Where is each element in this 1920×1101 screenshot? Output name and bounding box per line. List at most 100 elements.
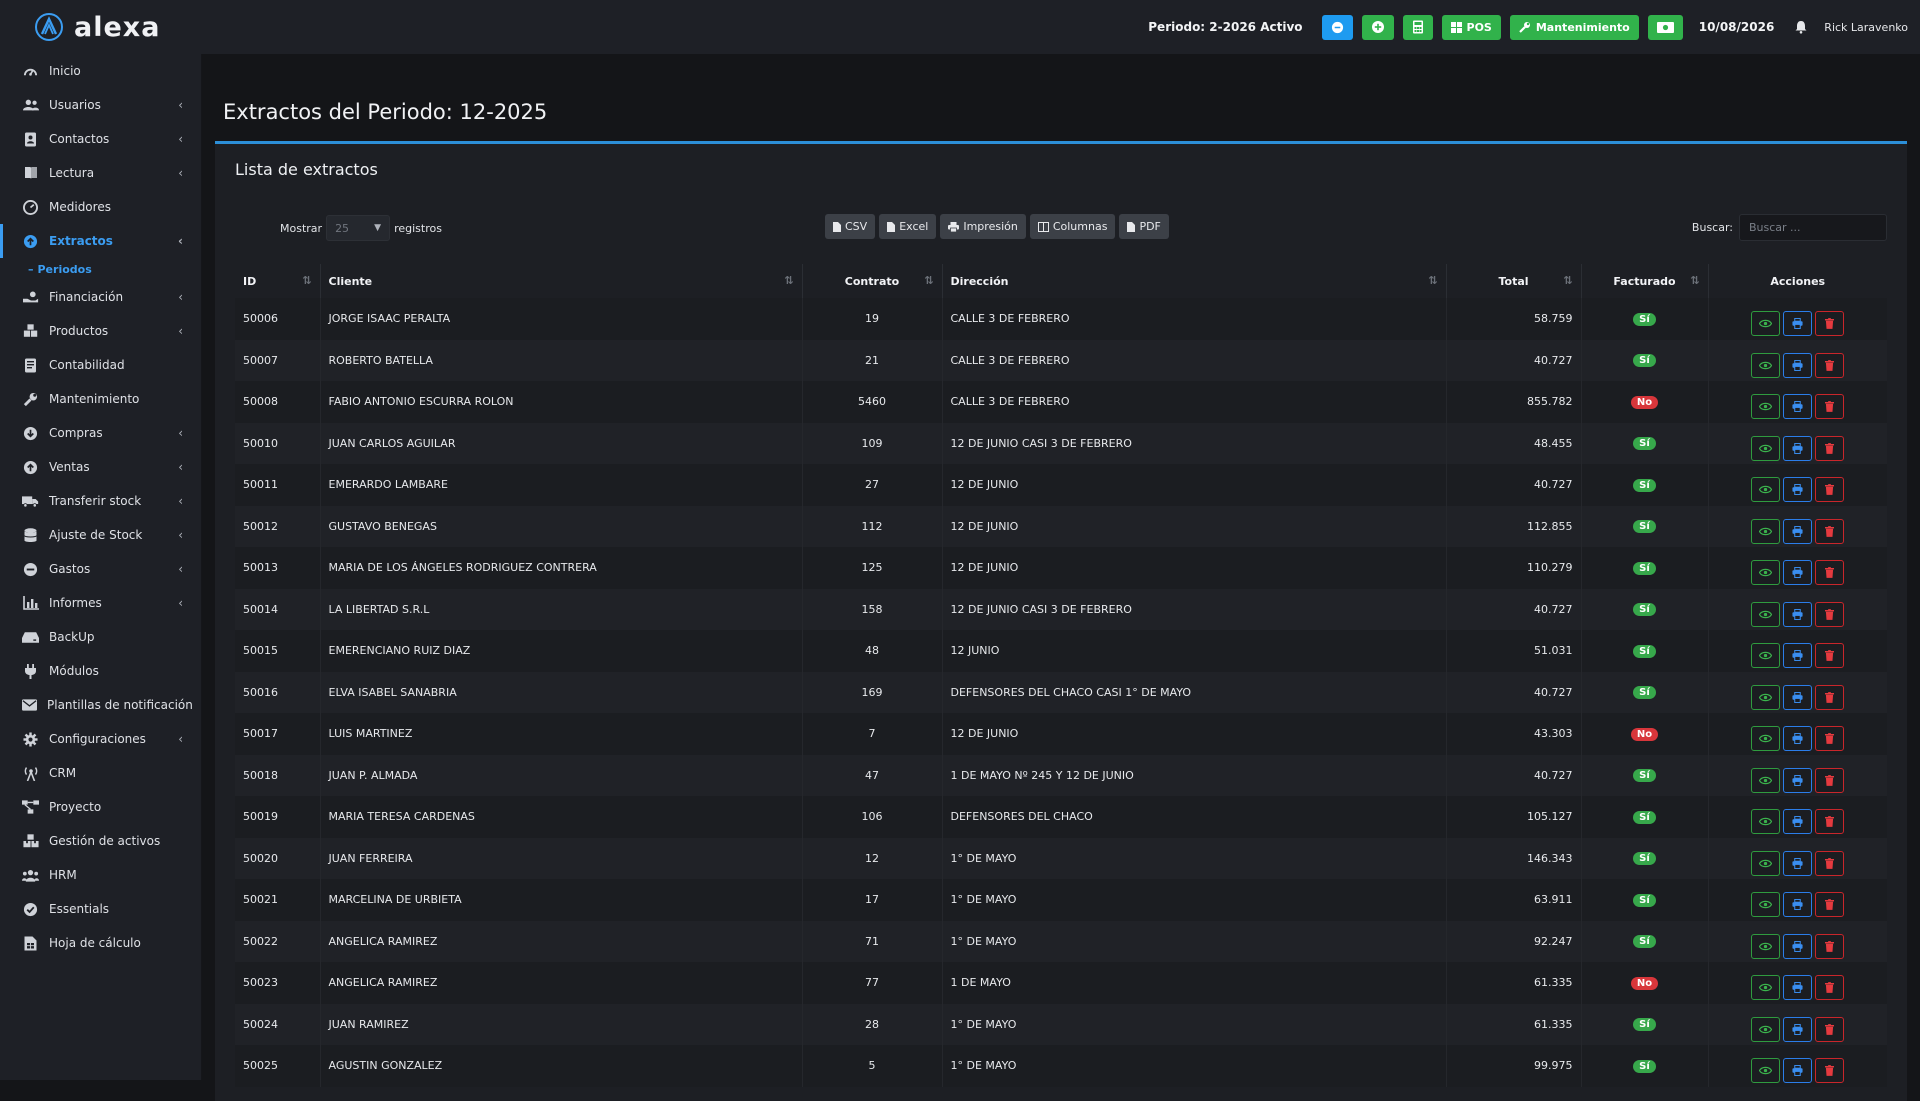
delete-button[interactable]	[1815, 726, 1845, 752]
sidebar-item-ventas[interactable]: Ventas ‹	[0, 450, 201, 484]
delete-button[interactable]	[1815, 933, 1845, 959]
view-button[interactable]	[1751, 726, 1781, 752]
view-button[interactable]	[1751, 311, 1781, 337]
print-row-button[interactable]	[1783, 352, 1813, 378]
table-row[interactable]: 50012 GUSTAVO BENEGAS 112 12 DE JUNIO 112.85…	[235, 505, 1887, 547]
export-pdf-button[interactable]: PDF	[1119, 214, 1169, 239]
table-row[interactable]: 50017 LUIS MARTINEZ 7 12 DE JUNIO 43.303 No	[235, 713, 1887, 755]
column-header-contrato[interactable]: Contrato ⇅	[802, 264, 943, 298]
sidebar-item-modulos[interactable]: Módulos	[0, 654, 201, 688]
cash-register-button[interactable]	[1647, 14, 1683, 40]
sidebar-item-productos[interactable]: Productos ‹	[0, 314, 201, 348]
page-size-select[interactable]: 25 ▼	[326, 215, 391, 241]
sidebar-item-proyecto[interactable]: Proyecto	[0, 790, 201, 824]
delete-button[interactable]	[1815, 684, 1845, 710]
search-input[interactable]	[1739, 214, 1887, 241]
view-button[interactable]	[1751, 850, 1781, 876]
delete-button[interactable]	[1815, 1016, 1845, 1042]
delete-button[interactable]	[1815, 850, 1845, 876]
export-excel-button[interactable]: Excel	[879, 214, 937, 239]
sidebar-subitem-periodos[interactable]: – Periodos	[0, 258, 201, 280]
print-row-button[interactable]	[1783, 394, 1813, 420]
delete-button[interactable]	[1815, 892, 1845, 918]
columns-button[interactable]: Columnas	[1029, 214, 1116, 239]
table-row[interactable]: 50011 EMERARDO LAMBARE 27 12 DE JUNIO 40.727…	[235, 464, 1887, 506]
sidebar-item-transferir-stock[interactable]: Transferir stock ‹	[0, 484, 201, 518]
sidebar-item-gestion-de-activos[interactable]: Gestión de activos	[0, 824, 201, 858]
delete-button[interactable]	[1815, 975, 1845, 1001]
print-row-button[interactable]	[1783, 1016, 1813, 1042]
sidebar-item-extractos[interactable]: Extractos ‹	[0, 224, 201, 258]
view-button[interactable]	[1751, 809, 1781, 835]
add-button[interactable]	[1361, 14, 1394, 40]
view-button[interactable]	[1751, 518, 1781, 544]
table-row[interactable]: 50024 JUAN RAMIREZ 28 1° DE MAYO 61.335 Sí	[235, 1003, 1887, 1045]
print-row-button[interactable]	[1783, 975, 1813, 1001]
delete-button[interactable]	[1815, 601, 1845, 627]
sidebar-item-gastos[interactable]: Gastos ‹	[0, 552, 201, 586]
table-row[interactable]: 50022 ANGELICA RAMIREZ 71 1° DE MAYO 92.247 S…	[235, 920, 1887, 962]
table-row[interactable]: 50010 JUAN CARLOS AGUILAR 109 12 DE JUNIO C…	[235, 422, 1887, 464]
sidebar-item-essentials[interactable]: Essentials	[0, 892, 201, 926]
delete-button[interactable]	[1815, 477, 1845, 503]
delete-button[interactable]	[1815, 435, 1845, 461]
sidebar-item-backup[interactable]: BackUp	[0, 620, 201, 654]
column-header-facturado[interactable]: Facturado ⇅	[1581, 264, 1709, 298]
sidebar-item-mantenimiento[interactable]: Mantenimiento	[0, 382, 201, 416]
table-row[interactable]: 50016 ELVA ISABEL SANABRIA 169 DEFENSORES D…	[235, 671, 1887, 713]
user-menu[interactable]: Rick Laravenko	[1824, 21, 1908, 34]
view-button[interactable]	[1751, 477, 1781, 503]
table-row[interactable]: 50020 JUAN FERREIRA 12 1° DE MAYO 146.343 Sí	[235, 837, 1887, 879]
table-row[interactable]: 50007 ROBERTO BATELLA 21 CALLE 3 DE FEBRERO…	[235, 339, 1887, 381]
sidebar-item-contactos[interactable]: Contactos ‹	[0, 122, 201, 156]
delete-button[interactable]	[1815, 518, 1845, 544]
view-button[interactable]	[1751, 767, 1781, 793]
table-row[interactable]: 50014 LA LIBERTAD S.R.L 158 12 DE JUNIO CAS…	[235, 588, 1887, 630]
view-button[interactable]	[1751, 560, 1781, 586]
sidebar-item-hoja-de-calculo[interactable]: Hoja de cálculo	[0, 926, 201, 960]
view-button[interactable]	[1751, 684, 1781, 710]
pos-button[interactable]: POS	[1441, 14, 1501, 40]
delete-button[interactable]	[1815, 352, 1845, 378]
print-row-button[interactable]	[1783, 518, 1813, 544]
sidebar-item-informes[interactable]: Informes ‹	[0, 586, 201, 620]
delete-button[interactable]	[1815, 643, 1845, 669]
sidebar-item-usuarios[interactable]: Usuarios ‹	[0, 88, 201, 122]
print-row-button[interactable]	[1783, 850, 1813, 876]
export-csv-button[interactable]: CSV	[825, 214, 876, 239]
table-row[interactable]: 50025 AGUSTIN GONZALEZ 5 1° DE MAYO 99.975 Sí	[235, 1045, 1887, 1087]
table-row[interactable]: 50015 EMERENCIANO RUIZ DIAZ 48 12 JUNIO 51.0…	[235, 630, 1887, 672]
column-header-cliente[interactable]: Cliente ⇅	[320, 264, 803, 298]
view-button[interactable]	[1751, 394, 1781, 420]
delete-button[interactable]	[1815, 311, 1845, 337]
table-row[interactable]: 50019 MARIA TERESA CARDENAS 106 DEFENSORES …	[235, 796, 1887, 838]
print-row-button[interactable]	[1783, 435, 1813, 461]
sidebar-item-compras[interactable]: Compras ‹	[0, 416, 201, 450]
print-row-button[interactable]	[1783, 477, 1813, 503]
view-button[interactable]	[1751, 601, 1781, 627]
delete-button[interactable]	[1815, 560, 1845, 586]
sidebar-item-ajuste-de-stock[interactable]: Ajuste de Stock ‹	[0, 518, 201, 552]
sidebar-item-medidores[interactable]: Medidores	[0, 190, 201, 224]
sidebar-item-inicio[interactable]: Inicio	[0, 54, 201, 88]
print-row-button[interactable]	[1783, 684, 1813, 710]
sidebar-item-crm[interactable]: CRM	[0, 756, 201, 790]
print-row-button[interactable]	[1783, 643, 1813, 669]
column-header-total[interactable]: Total ⇅	[1446, 264, 1582, 298]
brand[interactable]: alexa	[0, 0, 201, 54]
view-button[interactable]	[1751, 643, 1781, 669]
view-button[interactable]	[1751, 933, 1781, 959]
print-row-button[interactable]	[1783, 726, 1813, 752]
print-row-button[interactable]	[1783, 311, 1813, 337]
table-row[interactable]: 50018 JUAN P. ALMADA 47 1 DE MAYO Nº 245 Y …	[235, 754, 1887, 796]
delete-button[interactable]	[1815, 394, 1845, 420]
column-header-direccion[interactable]: Dirección ⇅	[942, 264, 1447, 298]
delete-button[interactable]	[1815, 767, 1845, 793]
period-toggle-button[interactable]	[1321, 14, 1353, 40]
column-header-id[interactable]: ID ⇅	[235, 264, 321, 298]
sidebar-item-hrm[interactable]: HRM	[0, 858, 201, 892]
print-row-button[interactable]	[1783, 767, 1813, 793]
calculator-button[interactable]	[1402, 14, 1433, 40]
view-button[interactable]	[1751, 1016, 1781, 1042]
view-button[interactable]	[1751, 352, 1781, 378]
